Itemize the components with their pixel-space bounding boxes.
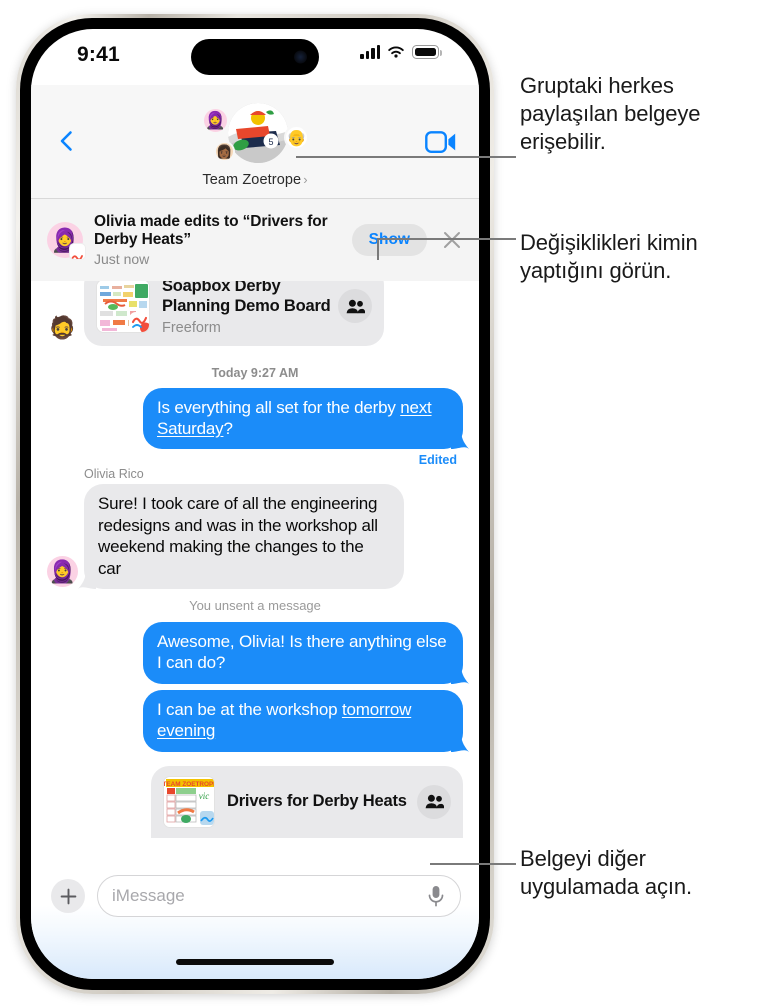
cellular-bars-icon bbox=[360, 45, 380, 59]
derby-heats-document-thumbnail: TEAM ZOETROPE vic bbox=[163, 775, 215, 828]
group-header[interactable]: 5 🧕 👴 👩🏾 Team Zoetrope › bbox=[155, 103, 355, 188]
facetime-video-icon[interactable] bbox=[425, 129, 457, 155]
message-bubble-incoming[interactable]: Sure! I took care of all the engineering… bbox=[78, 484, 404, 590]
dynamic-island bbox=[191, 39, 319, 75]
notification-text: Olivia made edits to “Drivers for Derby … bbox=[94, 213, 352, 268]
freeform-app-icon bbox=[129, 312, 149, 333]
iphone-device-frame: 9:41 5 🧕 👴 👩🏾 Team Zoetrope › 🧕 Olivia m… bbox=[16, 14, 494, 994]
group-name-text: Team Zoetrope bbox=[202, 172, 302, 188]
message-input-bar bbox=[31, 861, 479, 979]
bubble-tail-icon bbox=[451, 663, 469, 684]
message-row[interactable]: Is everything all set for the derby next… bbox=[31, 387, 479, 450]
plus-icon[interactable] bbox=[51, 879, 85, 913]
olivia-avatar: 🧕 bbox=[47, 222, 86, 260]
notification-subtitle: Just now bbox=[94, 251, 150, 268]
sender-name-label: Olivia Rico bbox=[84, 467, 144, 482]
freeform-card-title: Soapbox Derby Planning Demo Board bbox=[162, 281, 331, 315]
svg-text:TEAM ZOETROPE: TEAM ZOETROPE bbox=[164, 781, 215, 788]
avatar-olivia: 🧕 bbox=[47, 556, 78, 588]
edit-notification-banner[interactable]: 🧕 Olivia made edits to “Drivers for Derb… bbox=[31, 199, 479, 281]
status-bar: 9:41 bbox=[31, 29, 479, 85]
svg-text:vic: vic bbox=[199, 791, 210, 801]
leader-line-2-horizontal bbox=[377, 238, 516, 240]
doc-card-meta: Drivers for Derby Heats bbox=[227, 792, 411, 812]
microphone-icon[interactable] bbox=[426, 884, 446, 908]
annotation-see-who-edited: Değişiklikleri kimin yaptığını görün. bbox=[520, 230, 698, 284]
conversation-nav-bar: 5 🧕 👴 👩🏾 Team Zoetrope › bbox=[31, 85, 479, 199]
message-row[interactable]: 🧕 Sure! I took care of all the engineeri… bbox=[31, 484, 479, 590]
freeform-board-thumbnail bbox=[96, 281, 150, 334]
message-bubble-outgoing[interactable]: I can be at the workshop tomorrow evenin… bbox=[143, 689, 469, 752]
battery-icon bbox=[412, 45, 443, 59]
status-indicators bbox=[360, 45, 443, 59]
freeform-board-card[interactable]: Soapbox Derby Planning Demo Board Freefo… bbox=[84, 281, 384, 346]
close-icon[interactable] bbox=[441, 229, 463, 251]
freeform-card-subtitle: Freeform bbox=[162, 319, 221, 336]
device-bezel: 9:41 5 🧕 👴 👩🏾 Team Zoetrope › 🧕 Olivia m… bbox=[20, 18, 490, 990]
imessage-field-wrapper[interactable] bbox=[97, 875, 461, 917]
leader-line-1 bbox=[296, 156, 516, 158]
people-shared-icon[interactable] bbox=[417, 784, 451, 819]
bubble-tail-icon bbox=[451, 731, 469, 752]
system-note-unsent: You unsent a message bbox=[189, 598, 321, 614]
message-row-doc-card[interactable]: TEAM ZOETROPE vic Drivers for Derby Heat… bbox=[31, 765, 479, 838]
leader-line-3 bbox=[430, 863, 516, 865]
message-list[interactable]: 🧔 Soapbox Derby Planning Demo Board Free… bbox=[31, 281, 479, 861]
front-camera-icon bbox=[294, 50, 307, 64]
avatar-cluster: 5 🧕 👴 👩🏾 bbox=[190, 103, 320, 169]
message-text-part1: Is everything all set for the derby bbox=[157, 397, 401, 417]
message-text-part1: I can be at the workshop bbox=[157, 699, 342, 719]
annotation-open-in-app: Belgeyi diğer uygulamada açın. bbox=[520, 846, 693, 900]
message-bubble-outgoing[interactable]: Is everything all set for the derby next… bbox=[143, 387, 469, 450]
derby-heats-document-card[interactable]: TEAM ZOETROPE vic Drivers for Derby Heat… bbox=[151, 765, 463, 838]
bubble-tail-icon bbox=[451, 429, 469, 450]
avatar-group-main: 5 bbox=[228, 103, 288, 163]
message-text-part2: ? bbox=[223, 419, 233, 438]
back-chevron-icon[interactable] bbox=[55, 129, 79, 153]
bubble-tail-icon bbox=[78, 569, 96, 590]
device-screen: 9:41 5 🧕 👴 👩🏾 Team Zoetrope › 🧕 Olivia m… bbox=[31, 29, 479, 979]
svg-text:5: 5 bbox=[268, 137, 273, 147]
status-clock: 9:41 bbox=[77, 43, 120, 66]
freeform-card-meta: Soapbox Derby Planning Demo Board Freefo… bbox=[162, 281, 332, 336]
group-name-label[interactable]: Team Zoetrope › bbox=[155, 172, 355, 188]
message-row[interactable]: Awesome, Olivia! Is there anything else … bbox=[31, 622, 479, 684]
doc-card-title: Drivers for Derby Heats bbox=[227, 791, 407, 810]
notification-title: Olivia made edits to “Drivers for Derby … bbox=[94, 212, 328, 248]
freeform-app-icon bbox=[69, 243, 86, 260]
avatar-member-2: 👴 bbox=[284, 125, 309, 150]
annotation-shared-document: Gruptaki herkes paylaşılan belgeye erişe… bbox=[520, 73, 701, 155]
avatar-member-1: 🧕 bbox=[202, 107, 229, 134]
message-row-freeform-card[interactable]: 🧔 Soapbox Derby Planning Demo Board Free… bbox=[31, 281, 479, 346]
conversation-timestamp: Today 9:27 AM bbox=[211, 365, 299, 380]
search-input[interactable] bbox=[112, 886, 426, 906]
message-row[interactable]: I can be at the workshop tomorrow evenin… bbox=[31, 689, 479, 752]
screenshot-root: 9:41 5 🧕 👴 👩🏾 Team Zoetrope › 🧕 Olivia m… bbox=[0, 0, 774, 1008]
message-bubble-outgoing[interactable]: Awesome, Olivia! Is there anything else … bbox=[143, 622, 469, 684]
people-shared-icon[interactable] bbox=[338, 289, 372, 324]
avatar-member-3: 👩🏾 bbox=[214, 141, 235, 162]
avatar-sender-freeform: 🧔 bbox=[48, 315, 77, 341]
wifi-icon bbox=[388, 46, 404, 58]
show-button[interactable]: Show bbox=[351, 224, 427, 256]
home-indicator[interactable] bbox=[176, 959, 334, 965]
edited-label: Edited bbox=[418, 453, 457, 468]
leader-line-2-vertical bbox=[377, 238, 379, 260]
chevron-right-icon: › bbox=[303, 172, 308, 187]
